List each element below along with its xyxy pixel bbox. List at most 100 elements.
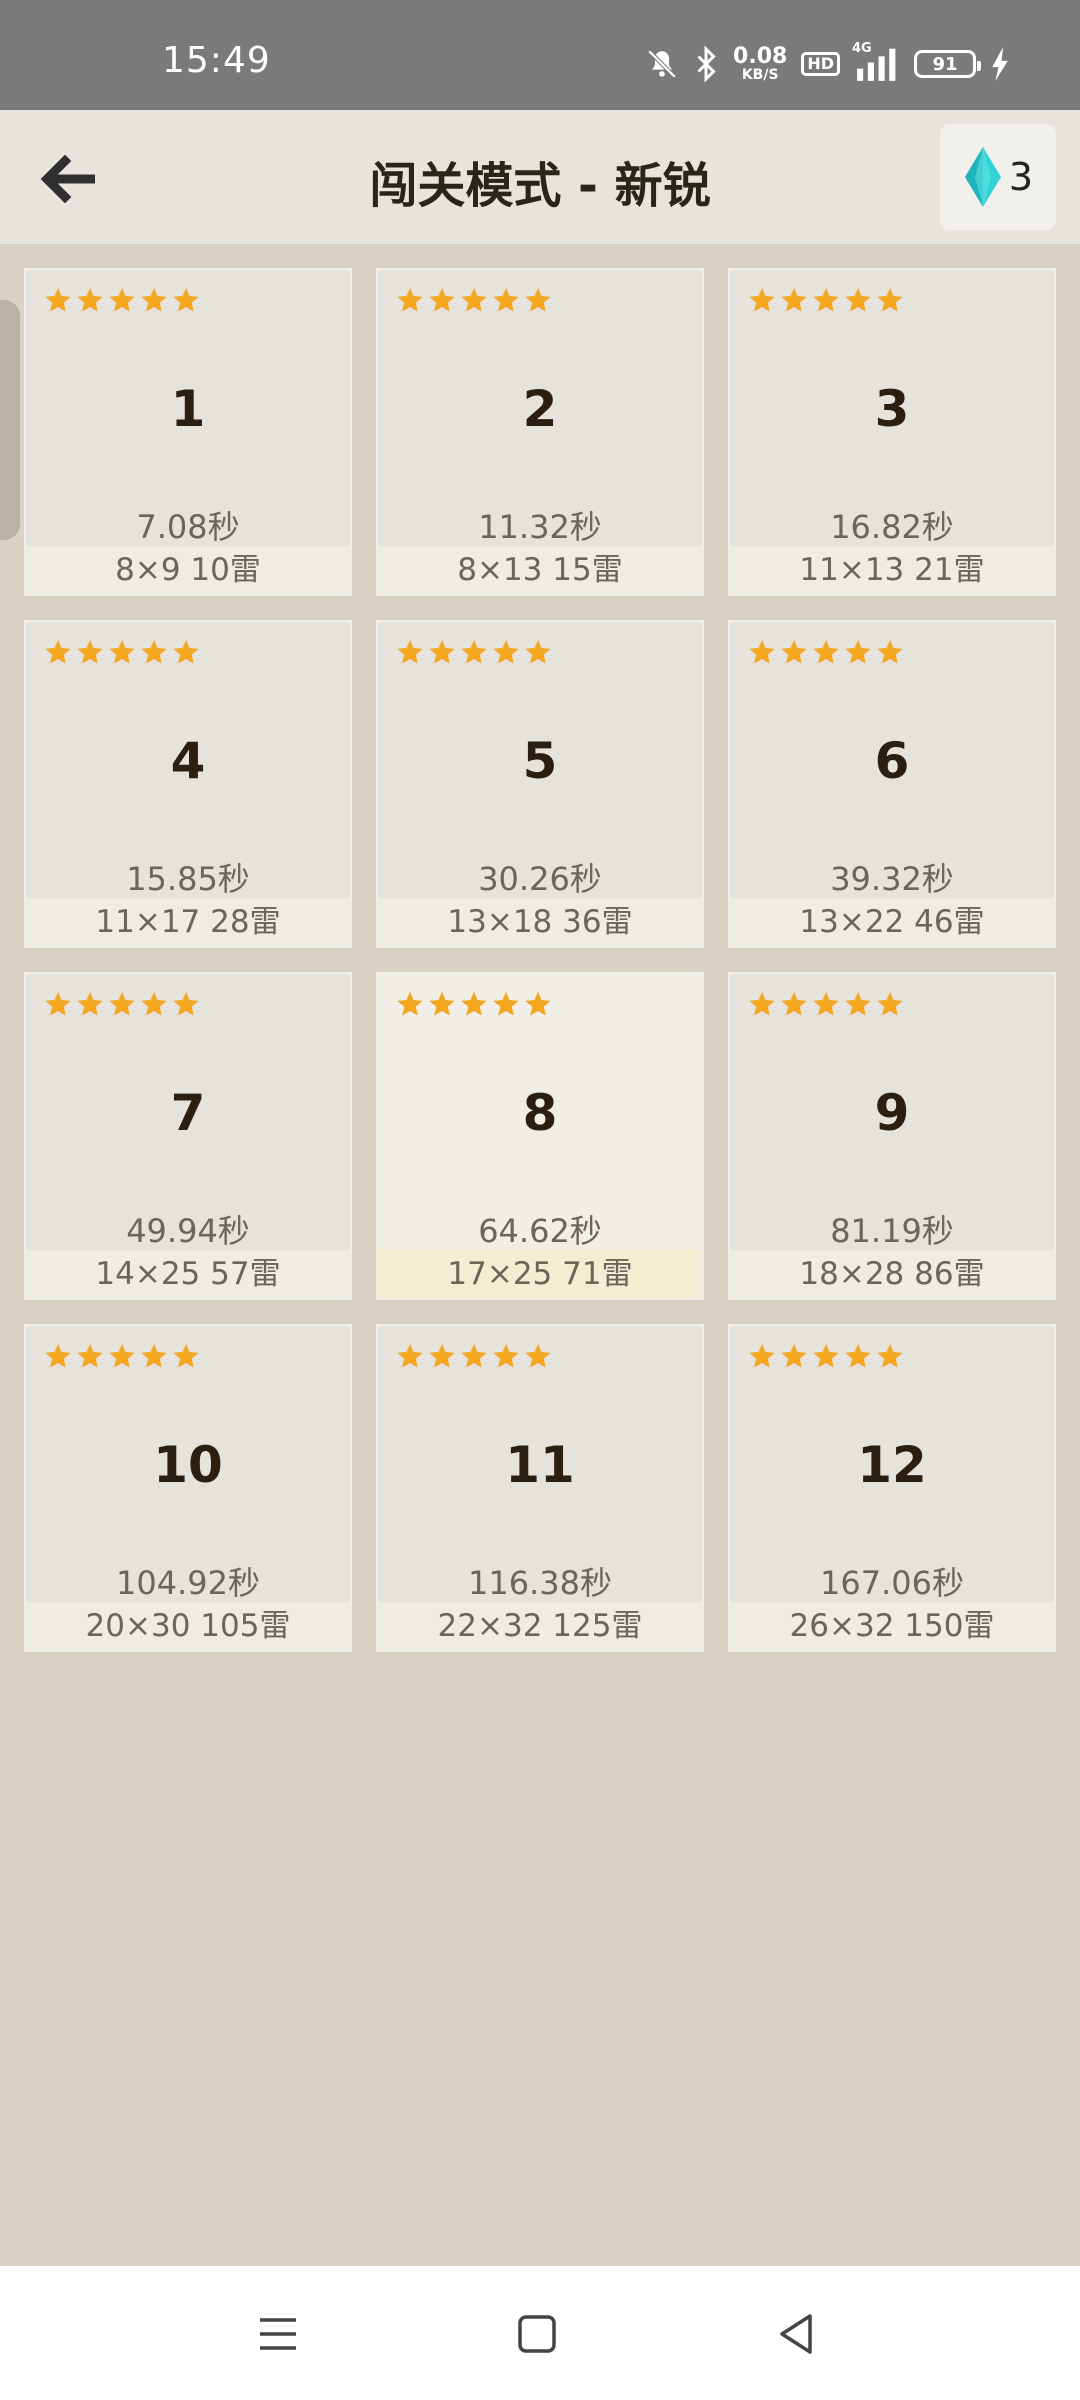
best-time: 39.32秒 (830, 860, 954, 898)
star-icon (76, 286, 104, 314)
status-icons: 0.08 KB/S HD 4G 91 (645, 41, 1010, 84)
level-number: 5 (522, 732, 558, 790)
board-info: 13×22 46雷 (730, 898, 1054, 946)
level-number: 1 (170, 380, 206, 438)
star-icon (780, 990, 808, 1018)
star-icon (76, 990, 104, 1018)
battery-level: 91 (932, 53, 958, 75)
star-icon (44, 286, 72, 314)
star-icon (428, 1342, 456, 1370)
star-rating (748, 638, 904, 666)
star-icon (396, 286, 424, 314)
star-icon (524, 638, 552, 666)
star-icon (812, 990, 840, 1018)
star-rating (748, 990, 904, 1018)
net-speed: 0.08 KB/S (733, 44, 788, 83)
level-number: 4 (170, 732, 206, 790)
star-icon (140, 1342, 168, 1370)
star-icon (140, 638, 168, 666)
gem-balance[interactable]: 3 (940, 124, 1056, 230)
star-icon (876, 638, 904, 666)
charging-icon (990, 47, 1010, 81)
level-card-11[interactable]: 11 116.38秒 22×32 125雷 (376, 1324, 704, 1652)
hd-badge: HD (801, 52, 840, 76)
star-icon (844, 638, 872, 666)
level-card-8[interactable]: 8 64.62秒 17×25 71雷 (376, 972, 704, 1300)
star-icon (492, 638, 520, 666)
app-header: 闯关模式 - 新锐 3 (0, 110, 1080, 244)
star-icon (460, 638, 488, 666)
star-icon (108, 638, 136, 666)
net-speed-value: 0.08 (733, 44, 788, 69)
star-icon (524, 990, 552, 1018)
level-grid: 1 7.08秒 8×9 10雷 2 11.32秒 8×13 15雷 3 16.82秒 11×13… (24, 268, 1056, 1652)
level-number: 12 (857, 1436, 927, 1494)
mute-icon (645, 47, 679, 81)
edge-handle[interactable] (0, 300, 20, 540)
board-info: 8×9 10雷 (26, 546, 350, 594)
star-icon (460, 286, 488, 314)
status-bar: 15:49 0.08 KB/S HD 4G 91 (0, 0, 1080, 110)
best-time: 81.19秒 (830, 1212, 954, 1250)
level-card-7[interactable]: 7 49.94秒 14×25 57雷 (24, 972, 352, 1300)
level-card-3[interactable]: 3 16.82秒 11×13 21雷 (728, 268, 1056, 596)
star-icon (748, 990, 776, 1018)
star-icon (812, 286, 840, 314)
back-triangle-icon (780, 2314, 812, 2354)
board-info: 26×32 150雷 (730, 1602, 1054, 1650)
level-card-2[interactable]: 2 11.32秒 8×13 15雷 (376, 268, 704, 596)
best-time: 30.26秒 (478, 860, 602, 898)
board-info: 8×13 15雷 (378, 546, 702, 594)
star-icon (76, 1342, 104, 1370)
star-icon (428, 286, 456, 314)
board-info: 11×17 28雷 (26, 898, 350, 946)
level-card-6[interactable]: 6 39.32秒 13×22 46雷 (728, 620, 1056, 948)
star-icon (140, 286, 168, 314)
best-time: 7.08秒 (136, 508, 240, 546)
star-icon (844, 1342, 872, 1370)
best-time: 16.82秒 (830, 508, 954, 546)
back-nav-button[interactable] (764, 2302, 828, 2366)
board-info: 20×30 105雷 (26, 1602, 350, 1650)
star-icon (780, 1342, 808, 1370)
level-number: 9 (874, 1084, 910, 1142)
level-card-1[interactable]: 1 7.08秒 8×9 10雷 (24, 268, 352, 596)
level-number: 7 (170, 1084, 206, 1142)
star-rating (44, 1342, 200, 1370)
bluetooth-icon (693, 46, 719, 82)
menu-icon (260, 2318, 296, 2350)
star-icon (748, 1342, 776, 1370)
best-time: 11.32秒 (478, 508, 602, 546)
best-time: 15.85秒 (126, 860, 250, 898)
best-time: 116.38秒 (468, 1564, 612, 1602)
star-icon (812, 1342, 840, 1370)
star-icon (108, 1342, 136, 1370)
star-icon (76, 638, 104, 666)
board-info: 14×25 57雷 (26, 1250, 350, 1298)
board-info: 17×25 71雷 (378, 1250, 702, 1298)
star-icon (428, 990, 456, 1018)
star-icon (524, 286, 552, 314)
star-icon (876, 990, 904, 1018)
star-icon (844, 286, 872, 314)
star-icon (140, 990, 168, 1018)
star-icon (780, 638, 808, 666)
star-icon (876, 1342, 904, 1370)
star-icon (780, 286, 808, 314)
level-card-5[interactable]: 5 30.26秒 13×18 36雷 (376, 620, 704, 948)
level-card-10[interactable]: 10 104.92秒 20×30 105雷 (24, 1324, 352, 1652)
menu-button[interactable] (246, 2302, 310, 2366)
star-icon (172, 638, 200, 666)
star-icon (492, 1342, 520, 1370)
star-icon (396, 1342, 424, 1370)
star-icon (396, 638, 424, 666)
home-button[interactable] (505, 2302, 569, 2366)
board-info: 22×32 125雷 (378, 1602, 702, 1650)
level-card-4[interactable]: 4 15.85秒 11×17 28雷 (24, 620, 352, 948)
level-card-9[interactable]: 9 81.19秒 18×28 86雷 (728, 972, 1056, 1300)
star-rating (396, 638, 552, 666)
level-number: 10 (153, 1436, 223, 1494)
level-card-12[interactable]: 12 167.06秒 26×32 150雷 (728, 1324, 1056, 1652)
star-icon (876, 286, 904, 314)
level-number: 3 (874, 380, 910, 438)
